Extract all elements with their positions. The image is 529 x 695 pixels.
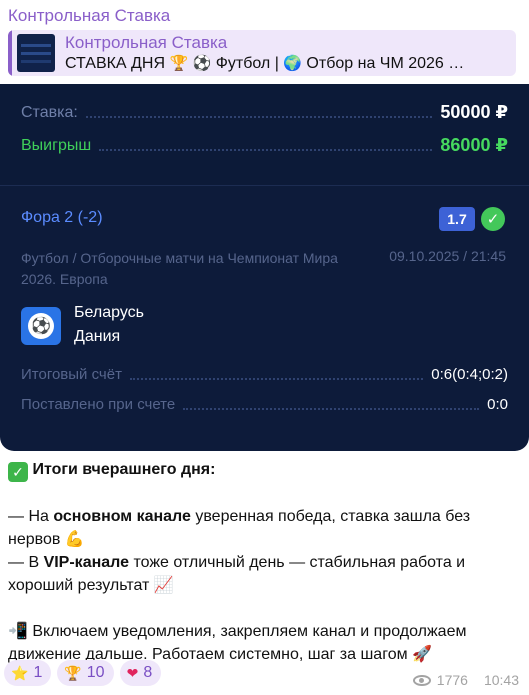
bet-card-summary: Ставка: 50000 ₽ Выигрыш 86000 ₽	[0, 84, 529, 186]
sport-badge: ⚽	[21, 307, 61, 345]
message-text: ✓ Итоги вчерашнего дня: — На основном ка…	[8, 458, 513, 666]
reply-thumbnail	[17, 34, 55, 72]
final-score-value: 0:6(0:4;0:2)	[431, 366, 508, 383]
win-value: 86000 ₽	[440, 135, 508, 155]
trophy-icon: 🏆	[64, 664, 82, 681]
market-name: Фора 2 (-2)	[21, 209, 103, 226]
reaction-count: 10	[86, 664, 105, 681]
view-count: 1776	[436, 672, 468, 688]
reaction-count: 8	[143, 664, 153, 681]
check-mark-icon: ✓	[8, 462, 28, 482]
views-eye-icon	[412, 674, 431, 686]
win-check-icon: ✓	[481, 207, 505, 231]
message-time: 10:43	[483, 672, 519, 688]
dotted-leader	[99, 141, 433, 151]
bet-card: Ставка: 50000 ₽ Выигрыш 86000 ₽ Фора 2 (…	[0, 84, 529, 451]
message-meta: 1776 10:43	[412, 672, 519, 688]
football-icon: ⚽	[192, 55, 212, 72]
reaction-count: 1	[33, 664, 43, 681]
final-score-row: Итоговый счёт 0:6(0:4;0:2)	[21, 366, 508, 383]
league-name: Футбол / Отборочные матчи на Чемпионат М…	[21, 250, 338, 287]
reactions-bar: ⭐ 1 🏆 10 ❤ 8	[4, 660, 162, 686]
phone-arrow-icon: 📲	[8, 623, 28, 640]
win-row: Выигрыш 86000 ₽	[21, 135, 508, 156]
stake-row: Ставка: 50000 ₽	[21, 102, 508, 123]
reply-text: СТАВКА ДНЯ 🏆 ⚽ Футбол | 🌍 Отбор на ЧМ 20…	[65, 55, 465, 72]
football-icon: ⚽	[28, 313, 54, 339]
stake-label: Ставка:	[21, 103, 78, 121]
paragraph-vip-channel: — В VIP-канале тоже отличный день — стаб…	[8, 554, 466, 594]
message-heading: ✓ Итоги вчерашнего дня:	[8, 458, 513, 482]
reply-title: Контрольная Ставка	[65, 33, 228, 52]
dotted-leader	[85, 108, 433, 118]
star-icon: ⭐	[11, 664, 29, 681]
reply-accent-bar	[8, 30, 12, 76]
team-home: Беларусь	[74, 304, 144, 321]
trophy-icon: 🏆	[169, 55, 189, 72]
team-away: Дания	[74, 328, 121, 345]
placed-score-value: 0:0	[487, 396, 508, 413]
placed-score-label: Поставлено при счете	[21, 396, 176, 413]
coefficient-badge: 1.7	[439, 207, 475, 231]
channel-name[interactable]: Контрольная Ставка	[8, 6, 170, 26]
globe-icon: 🌍	[283, 55, 302, 72]
placed-score-row: Поставлено при счете 0:0	[21, 396, 508, 413]
chart-up-icon: 📈	[153, 577, 174, 594]
reaction-trophy[interactable]: 🏆 10	[57, 660, 114, 686]
rocket-icon: 🚀	[412, 646, 432, 663]
stake-value: 50000 ₽	[440, 102, 508, 122]
dotted-leader	[129, 370, 424, 380]
match-datetime: 09.10.2025 / 21:45	[389, 248, 506, 264]
dotted-leader	[183, 400, 480, 410]
reaction-heart[interactable]: ❤ 8	[119, 660, 162, 686]
flexed-biceps-icon: 💪	[64, 531, 85, 548]
paragraph-main-channel: — На основном канале уверенная победа, с…	[8, 508, 471, 548]
heart-icon: ❤	[126, 664, 139, 681]
final-score-label: Итоговый счёт	[21, 366, 122, 383]
win-label: Выигрыш	[21, 136, 92, 154]
reaction-star[interactable]: ⭐ 1	[4, 660, 52, 686]
reply-preview[interactable]: Контрольная Ставка СТАВКА ДНЯ 🏆 ⚽ Футбол…	[8, 30, 516, 76]
